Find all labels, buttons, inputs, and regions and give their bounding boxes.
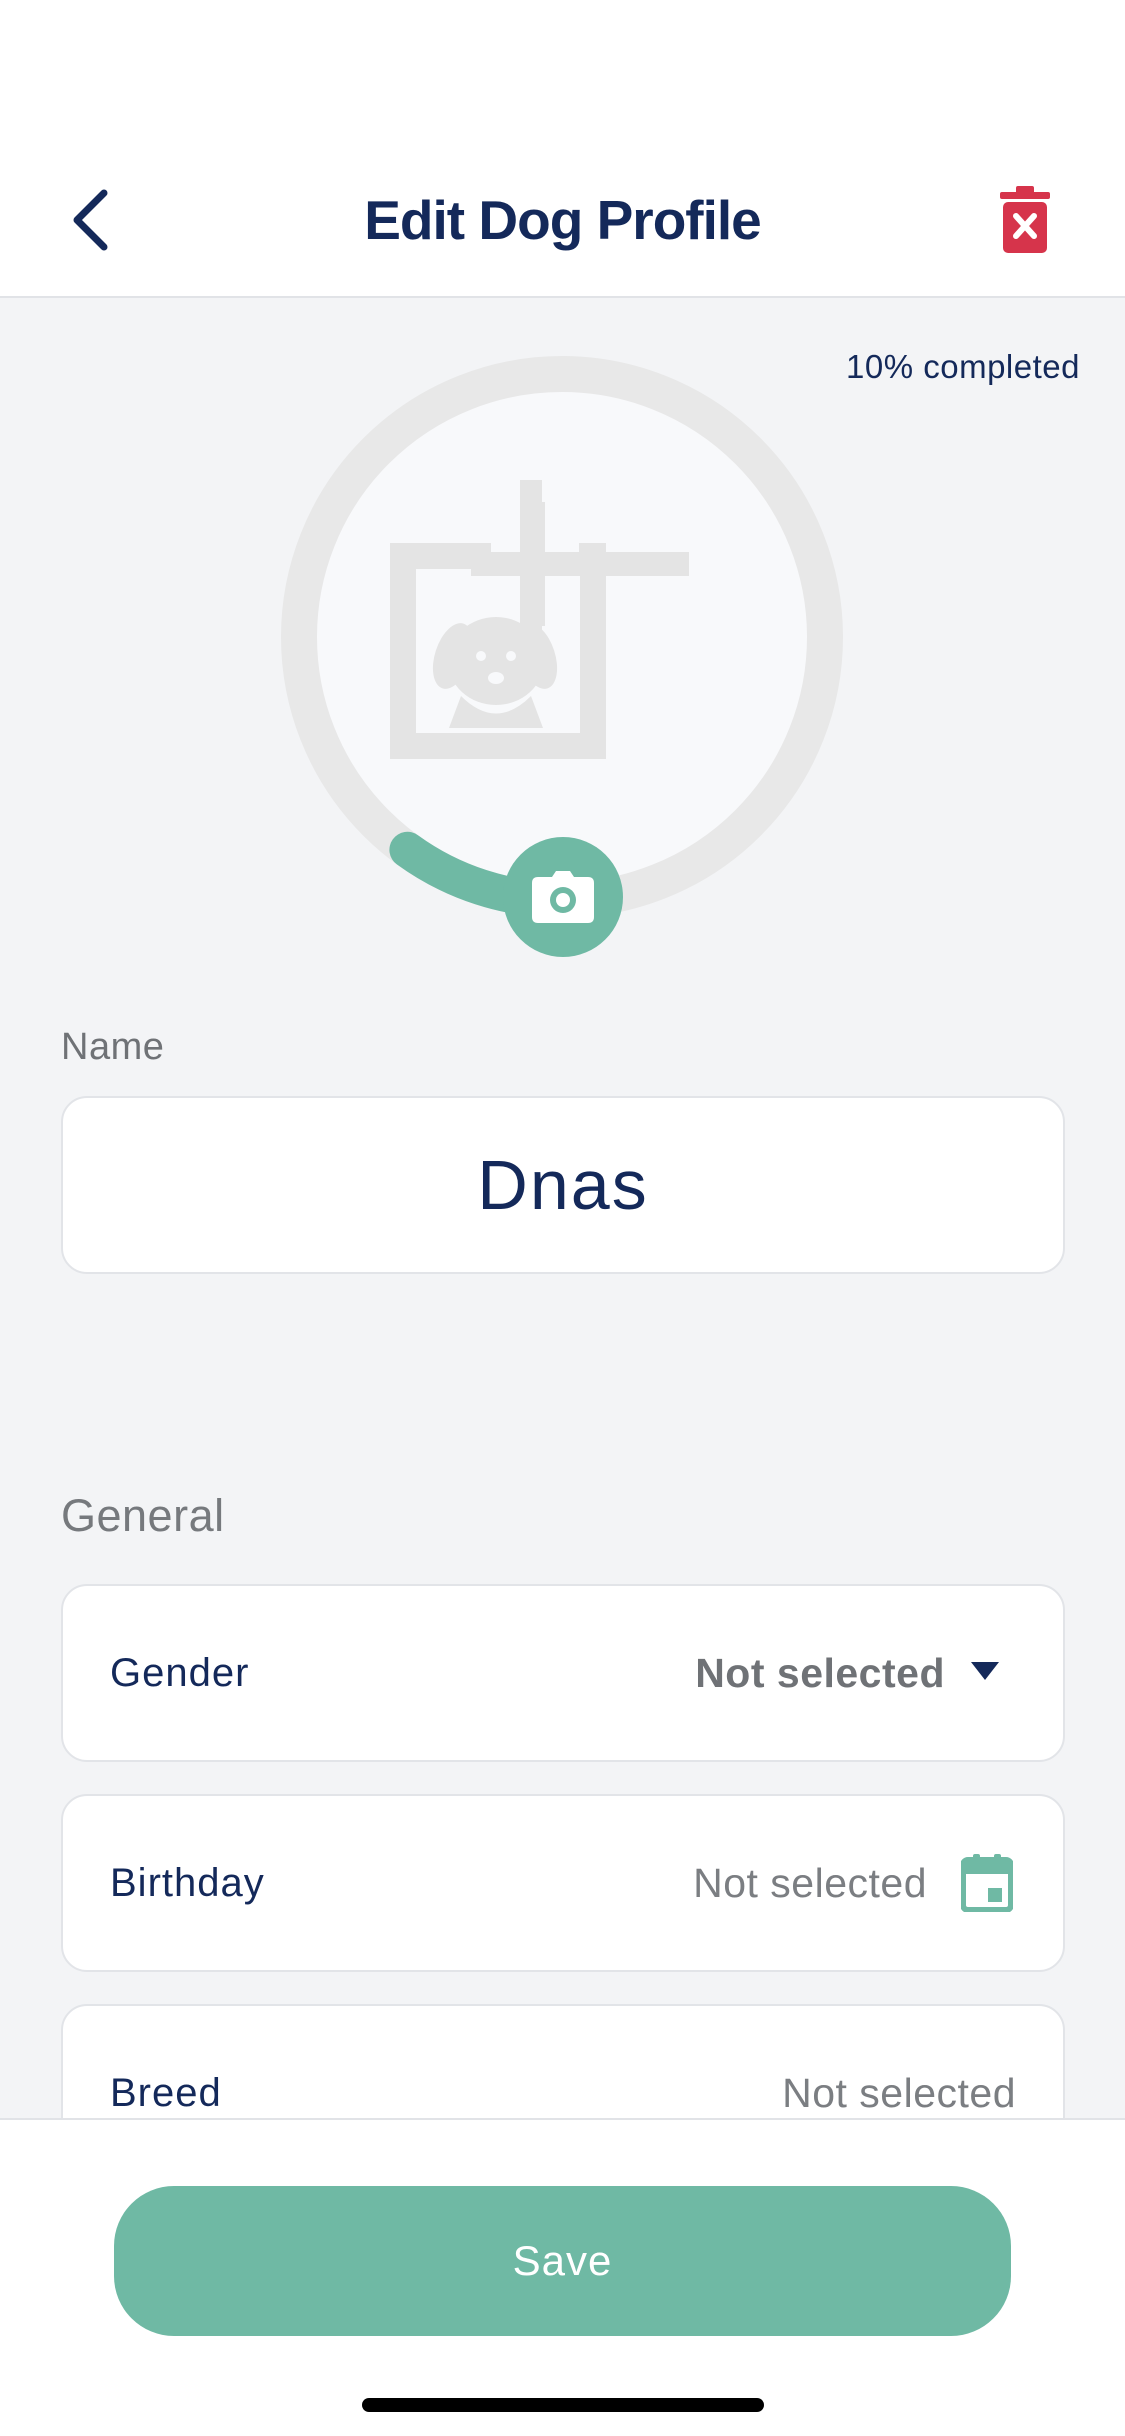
navigation-bar: Edit Dog Profile (0, 150, 1125, 298)
calendar-icon (961, 1854, 1013, 1912)
completion-ring (281, 356, 843, 918)
gender-field[interactable]: Gender Not selected (61, 1584, 1065, 1762)
bottom-action-bar: Save (0, 2118, 1125, 2436)
change-photo-button[interactable] (503, 837, 623, 957)
delete-profile-button[interactable] (985, 178, 1065, 262)
gender-value: Not selected (695, 1650, 945, 1696)
breed-value: Not selected (782, 2070, 1016, 2116)
page-title: Edit Dog Profile (364, 189, 762, 251)
profile-photo[interactable] (281, 356, 843, 957)
birthday-field[interactable]: Birthday Not selected (61, 1794, 1065, 1972)
general-section-title: General (61, 1490, 225, 1541)
trash-icon (1000, 186, 1050, 253)
home-indicator (362, 2398, 764, 2412)
status-bar (0, 0, 1125, 150)
caret-down-icon (971, 1662, 999, 1680)
breed-label: Breed (110, 2071, 222, 2115)
save-button[interactable]: Save (114, 2186, 1011, 2336)
name-input[interactable]: Dnas (61, 1096, 1065, 1274)
birthday-value: Not selected (693, 1860, 927, 1906)
camera-icon (532, 871, 594, 923)
birthday-label: Birthday (110, 1861, 265, 1905)
completion-text: 10% completed (846, 348, 1080, 385)
name-label: Name (61, 1026, 165, 1068)
profile-form[interactable]: 10% completed Name Dnas General Gender N… (0, 300, 1125, 2118)
gender-label: Gender (110, 1651, 250, 1695)
breed-field[interactable]: Breed Not selected (61, 2004, 1065, 2118)
